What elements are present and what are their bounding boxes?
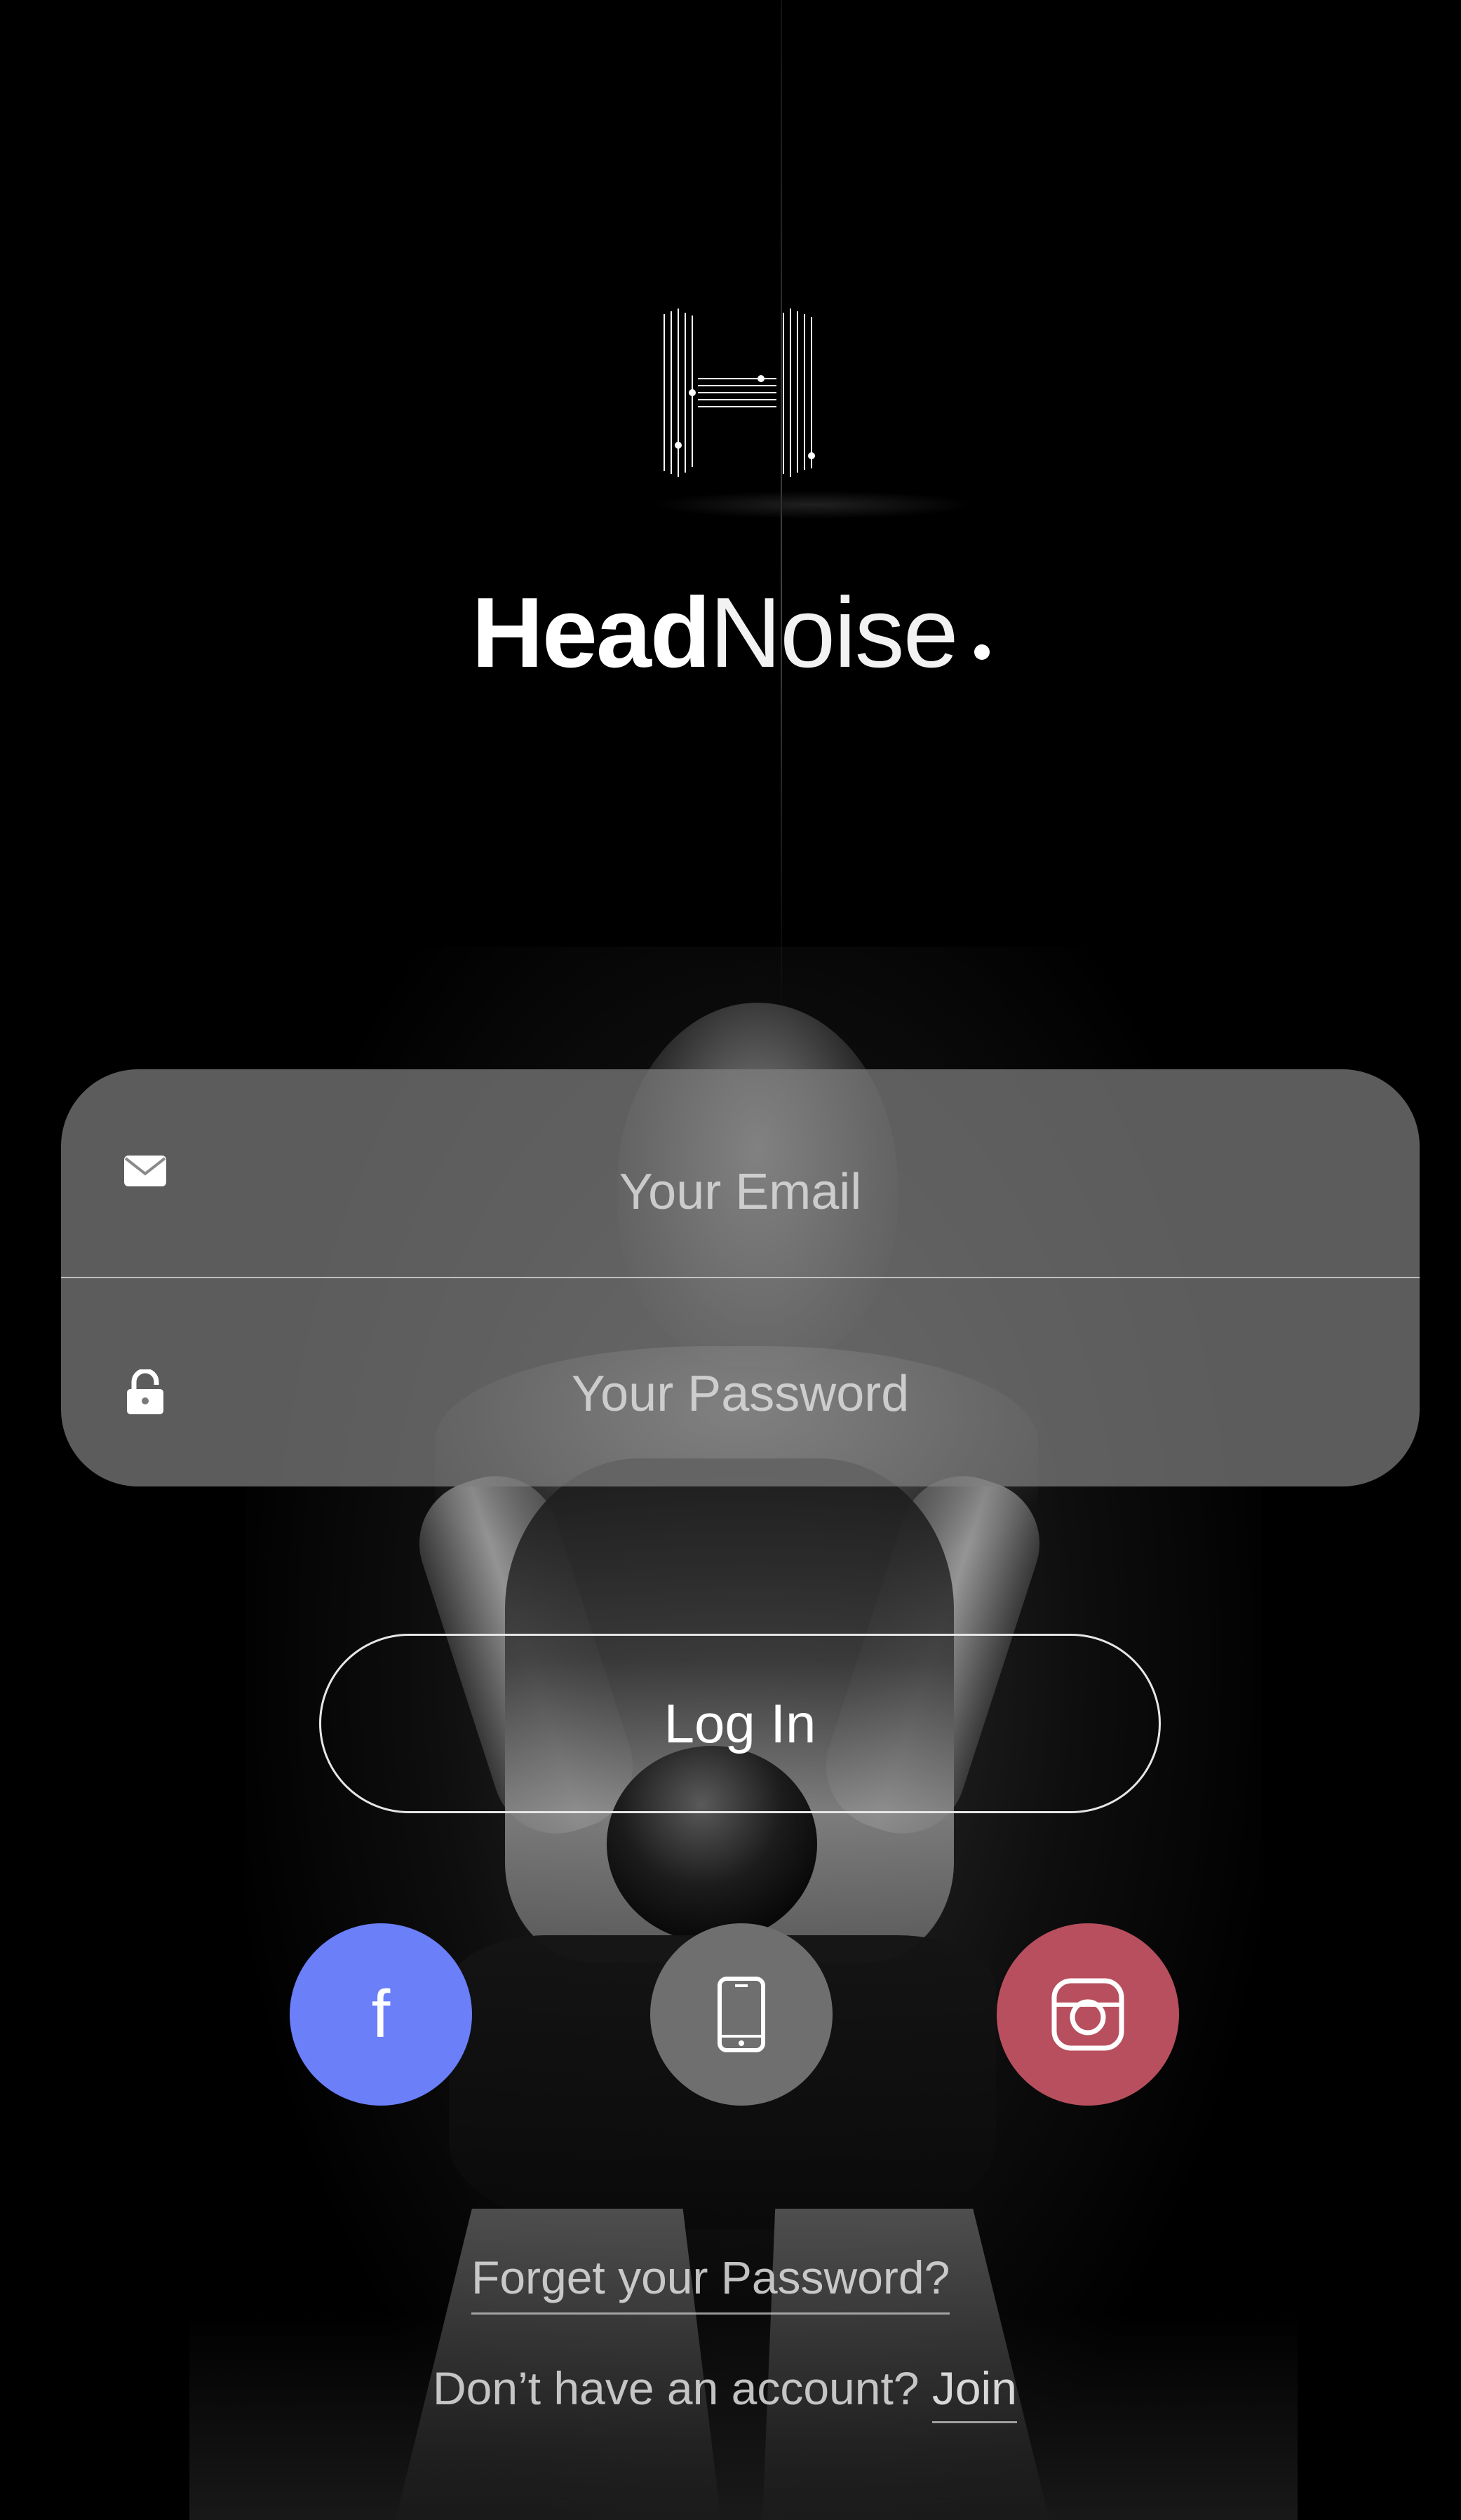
email-input[interactable]: Your Email — [61, 1160, 1420, 1224]
instagram-icon — [1051, 1978, 1124, 2051]
join-link[interactable]: Join — [931, 2362, 1017, 2423]
email-field[interactable]: Your Email — [61, 1069, 1420, 1277]
instagram-button[interactable] — [997, 1923, 1179, 2106]
login-button[interactable]: Log In — [319, 1634, 1161, 1813]
phone-login-button[interactable] — [650, 1923, 833, 2106]
brand-name-bold: Head — [471, 577, 711, 689]
brand-name-light: Noise — [709, 577, 959, 689]
facebook-icon: f — [371, 1977, 391, 2052]
app-wordmark: HeadNoise — [0, 574, 1461, 693]
phone-icon — [718, 1977, 765, 2052]
password-input[interactable]: Your Password — [61, 1362, 1420, 1425]
logo-icon — [664, 309, 815, 477]
password-field[interactable]: Your Password — [61, 1278, 1420, 1486]
login-screen: HeadNoise Your Email Your Password Log I… — [0, 0, 1461, 2520]
login-form: Your Email Your Password — [61, 1069, 1420, 1486]
brand-dot — [974, 644, 990, 660]
no-account-text: Don’t have an account? — [433, 2362, 920, 2414]
forgot-password-link[interactable]: Forget your Password? — [471, 2249, 950, 2315]
signup-prompt: Don’t have an account? Join — [433, 2360, 1017, 2423]
facebook-button[interactable]: f — [290, 1923, 472, 2106]
